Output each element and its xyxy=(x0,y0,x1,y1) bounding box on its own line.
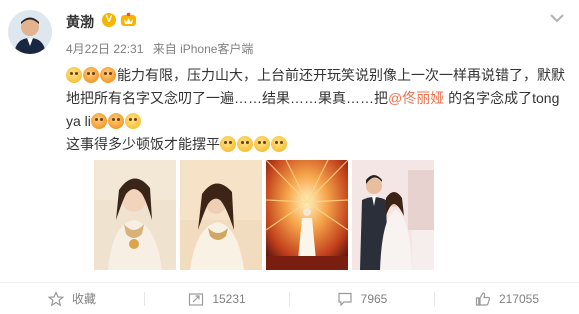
avatar-image xyxy=(8,10,52,54)
favorite-label: 收藏 xyxy=(71,292,96,306)
emoji-icon xyxy=(83,67,99,83)
emoji-icon xyxy=(90,113,107,129)
comment-icon xyxy=(338,292,352,306)
comment-button[interactable]: 7965 xyxy=(290,283,434,314)
comment-count: 7965 xyxy=(360,291,388,306)
photo-thumbnail[interactable] xyxy=(266,160,348,270)
thumbs-up-icon xyxy=(475,291,491,306)
repost-count: 15231 xyxy=(212,291,246,306)
vip-crown-icon xyxy=(121,12,136,26)
emoji-icon xyxy=(100,67,116,83)
post-text-line2: 这事得多少顿饭才能摆平 xyxy=(66,136,220,152)
repost-icon xyxy=(189,292,204,306)
photo-thumbnail[interactable] xyxy=(352,160,434,270)
chevron-down-icon[interactable] xyxy=(549,12,565,24)
like-count: 217055 xyxy=(498,291,540,306)
emoji-icon xyxy=(220,136,236,152)
verified-badge-icon: V xyxy=(102,13,116,27)
post-meta: 4月22日 22:31 来自 iPhone客户端 xyxy=(66,40,259,57)
star-icon xyxy=(47,290,64,306)
emoji-icon xyxy=(271,136,287,152)
post-date[interactable]: 4月22日 22:31 xyxy=(66,42,143,56)
repost-button[interactable]: 15231 xyxy=(145,283,289,314)
avatar[interactable] xyxy=(8,10,52,54)
photo-thumbnail[interactable] xyxy=(94,160,176,270)
emoji-icon xyxy=(107,113,124,129)
like-button[interactable]: 217055 xyxy=(435,283,579,314)
emoji-icon xyxy=(237,136,253,152)
mention-link[interactable]: @佟丽娅 xyxy=(388,90,444,106)
post-source: 来自 iPhone客户端 xyxy=(152,42,254,56)
weibo-post-card: 黄渤 V 4月22日 22:31 来自 iPhone客户端 能力有限，压力山大，… xyxy=(0,0,579,314)
photo-thumbnail[interactable] xyxy=(180,160,262,270)
favorite-button[interactable]: 收藏 xyxy=(0,283,144,314)
emoji-icon xyxy=(124,113,141,129)
emoji-icon xyxy=(66,67,82,83)
post-text: 能力有限，压力山大，上台前还开玩笑说别像上一次一样再说错了，默默地把所有名字又念… xyxy=(66,64,566,156)
emoji-icon xyxy=(254,136,270,152)
author-name[interactable]: 黄渤 xyxy=(66,12,94,32)
